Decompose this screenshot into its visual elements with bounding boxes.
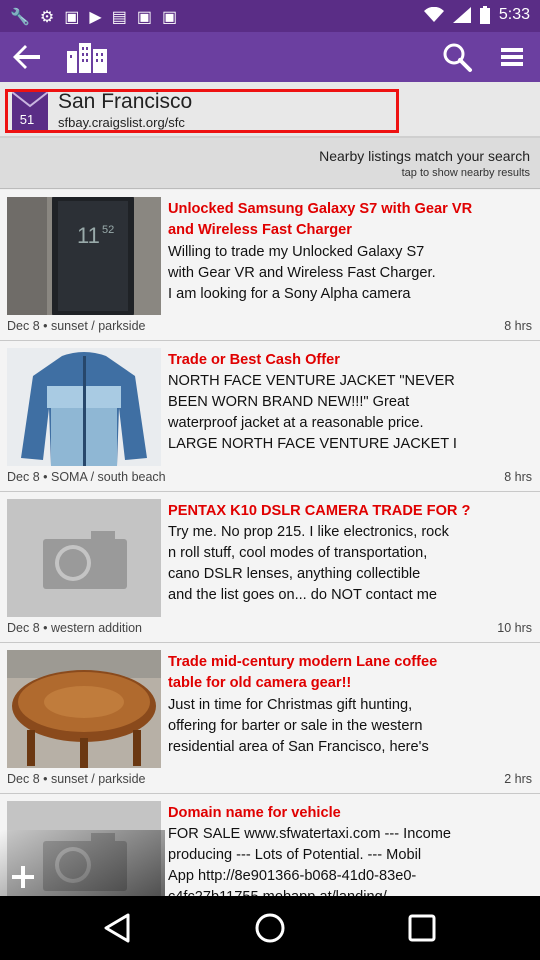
arrow-left-icon[interactable] — [10, 40, 44, 74]
description-line: waterproof jacket at a reasonable price. — [168, 415, 424, 431]
listing-item[interactable]: 11 52 Unlocked Samsung Galaxy S7 with Ge… — [0, 190, 540, 341]
listing-age: 8 hrs — [504, 319, 532, 333]
description-line: NORTH FACE VENTURE JACKET "NEVER — [168, 373, 455, 389]
add-posting-button[interactable] — [0, 830, 165, 896]
listing-description: FOR SALE www.sfwatertaxi.com --- Income … — [168, 824, 532, 896]
listing-title[interactable]: Unlocked Samsung Galaxy S7 with Gear VR … — [168, 199, 532, 241]
gear-icon: ⚙ — [39, 9, 55, 26]
home-circle-icon[interactable] — [252, 912, 288, 944]
wrench-icon: 🔧 — [10, 9, 30, 26]
description-line: Try me. No prop 215. I like electronics,… — [168, 524, 449, 540]
listing-item[interactable]: PENTAX K10 DSLR CAMERA TRADE FOR ? Try m… — [0, 492, 540, 643]
listing-title-line: and Wireless Fast Charger — [168, 222, 352, 238]
recents-square-icon[interactable] — [404, 912, 440, 944]
city-skyline-icon[interactable] — [64, 41, 110, 73]
description-line: producing --- Lots of Potential. --- Mob… — [168, 847, 422, 863]
listing-thumbnail-phone: 11 52 — [7, 197, 161, 315]
bag-icon: ▣ — [161, 9, 178, 26]
clock-time: 5:33 — [498, 6, 530, 23]
description-line: LARGE NORTH FACE VENTURE JACKET I — [168, 436, 457, 452]
nearby-subtitle: tap to show nearby results — [401, 167, 530, 179]
camera-placeholder-icon — [7, 499, 161, 617]
nearby-title: Nearby listings match your search — [319, 148, 530, 164]
listing-title-line: Trade mid-century modern Lane coffee — [168, 654, 438, 670]
play-icon: ▶ — [89, 9, 102, 26]
description-line: FOR SALE www.sfwatertaxi.com --- Income — [168, 826, 452, 842]
battery-icon — [479, 6, 490, 24]
status-bar: 🔧 ⚙ ▣ ▶ ▤ ▣ ▣ 5:33 — [0, 0, 540, 32]
listing-title-line: PENTAX K10 DSLR CAMERA TRADE FOR ? — [168, 503, 471, 519]
photo-icon: ▤ — [111, 9, 127, 26]
listing-thumbnail-table — [7, 650, 161, 768]
listing-description: NORTH FACE VENTURE JACKET "NEVER BEEN WO… — [168, 371, 532, 455]
listing-meta: Dec 8 • western addition — [7, 621, 143, 635]
wifi-icon — [423, 7, 444, 22]
listing-age: 10 hrs — [497, 621, 532, 635]
description-line: offering for barter or sale in the weste… — [168, 718, 423, 734]
listing-meta: Dec 8 • sunset / parkside — [7, 772, 146, 786]
description-line: Just in time for Christmas gift hunting, — [168, 697, 413, 713]
signal-icon — [452, 7, 471, 23]
bag-icon: ▣ — [136, 9, 152, 26]
listing-thumbnail-jacket — [7, 348, 161, 466]
system-nav-bar — [0, 896, 540, 960]
search-icon[interactable] — [440, 40, 474, 74]
plus-icon — [12, 866, 34, 888]
listing-title-line: Unlocked Samsung Galaxy S7 with Gear VR — [168, 201, 473, 217]
shopping-bag-icon: ▣ — [64, 9, 80, 26]
listing-meta: Dec 8 • SOMA / south beach — [7, 470, 166, 484]
app-toolbar — [0, 32, 540, 82]
svg-text:52: 52 — [102, 224, 114, 236]
nearby-banner[interactable]: Nearby listings match your search tap to… — [0, 138, 540, 189]
description-line: n roll stuff, cool modes of transportati… — [168, 545, 428, 561]
listing-meta: Dec 8 • sunset / parkside — [7, 319, 146, 333]
listing-age: 2 hrs — [504, 772, 532, 786]
listing-item[interactable]: Trade or Best Cash Offer NORTH FACE VENT… — [0, 341, 540, 492]
listing-age: 8 hrs — [504, 470, 532, 484]
description-line: with Gear VR and Wireless Fast Charger. — [168, 265, 436, 281]
svg-text:11: 11 — [77, 223, 100, 248]
listing-title-line: table for old camera gear!! — [168, 675, 352, 691]
description-line: Willing to trade my Unlocked Galaxy S7 — [168, 244, 425, 260]
location-city[interactable]: San Francisco — [58, 90, 192, 114]
listing-title[interactable]: PENTAX K10 DSLR CAMERA TRADE FOR ? — [168, 501, 532, 522]
description-line: cano DSLR lenses, anything collectible — [168, 566, 421, 582]
listing-description: Try me. No prop 215. I like electronics,… — [168, 522, 532, 606]
description-line: c4fc27b11755.mobapp.at/landing/ — [168, 887, 532, 896]
description-line: and the list goes on... do NOT contact m… — [168, 587, 438, 603]
description-line: App http://8e901366-b068-41d0-83e0- — [168, 868, 417, 884]
listing-title-line: Domain name for vehicle — [168, 805, 341, 821]
notification-icons: 🔧 ⚙ ▣ ▶ ▤ ▣ ▣ — [10, 7, 177, 27]
listing-title[interactable]: Domain name for vehicle — [168, 803, 532, 824]
location-url[interactable]: sfbay.craigslist.org/sfc — [58, 115, 185, 130]
listing-title-line: Trade or Best Cash Offer — [168, 352, 340, 368]
listing-title[interactable]: Trade or Best Cash Offer — [168, 350, 532, 371]
description-line: I am looking for a Sony Alpha camera — [168, 286, 411, 302]
description-line: residential area of San Francisco, here'… — [168, 739, 429, 755]
back-triangle-icon[interactable] — [100, 912, 136, 944]
description-line: BEEN WORN BRAND NEW!!!" Great — [168, 394, 410, 410]
system-icons: 5:33 — [423, 6, 530, 24]
menu-icon[interactable] — [496, 41, 528, 73]
listing-item[interactable]: Trade mid-century modern Lane coffee tab… — [0, 643, 540, 794]
listing-description: Willing to trade my Unlocked Galaxy S7 w… — [168, 242, 532, 305]
unread-count-badge: 51 — [19, 112, 35, 127]
listing-title[interactable]: Trade mid-century modern Lane coffee tab… — [168, 652, 532, 694]
listing-description: Just in time for Christmas gift hunting,… — [168, 695, 532, 758]
